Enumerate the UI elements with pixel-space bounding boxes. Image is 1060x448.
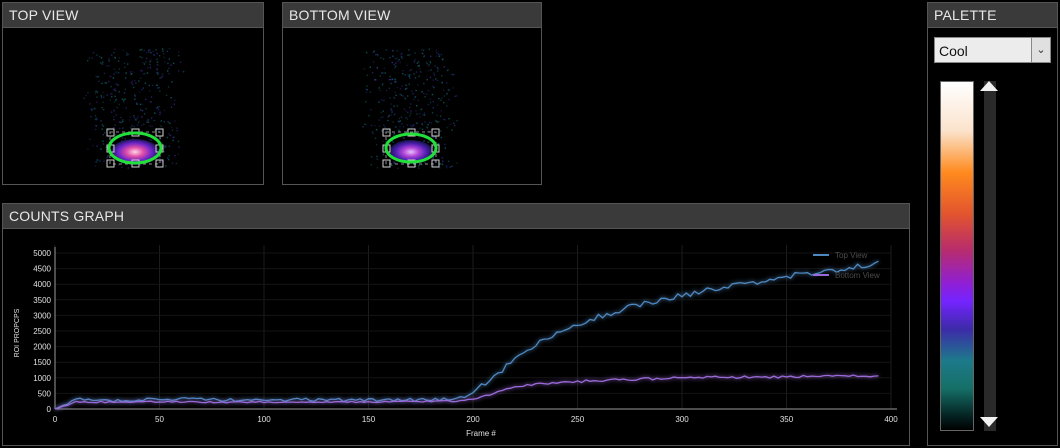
- y-tick-label: 4500: [33, 265, 51, 274]
- chevron-down-icon[interactable]: ⌄: [1031, 38, 1050, 62]
- x-tick-label: 50: [155, 415, 164, 424]
- legend-label: Bottom View: [835, 271, 880, 280]
- chart-series: [54, 260, 879, 410]
- bottom-view-panel: BOTTOM VIEW: [282, 2, 542, 185]
- x-tick-label: 400: [884, 415, 898, 424]
- y-tick-label: 2000: [33, 343, 51, 352]
- bottom-view-image[interactable]: [283, 28, 541, 184]
- palette-panel: PALETTE Cool ⌄: [927, 2, 1058, 446]
- y-tick-label: 1500: [33, 358, 51, 367]
- palette-select[interactable]: Cool ⌄: [934, 37, 1051, 63]
- x-tick-label: 200: [466, 415, 480, 424]
- y-tick-label: 4000: [33, 280, 51, 289]
- y-tick-label: 3500: [33, 296, 51, 305]
- x-tick-label: 0: [53, 415, 58, 424]
- top-view-title: TOP VIEW: [3, 3, 263, 28]
- series-line-bottom-view: [54, 374, 879, 410]
- top-view-image[interactable]: [3, 28, 263, 184]
- y-tick-label: 500: [38, 389, 52, 398]
- x-tick-label: 150: [362, 415, 376, 424]
- chart-grid: [54, 245, 892, 410]
- counts-graph-title: COUNTS GRAPH: [3, 204, 909, 229]
- x-tick-label: 250: [571, 415, 585, 424]
- palette-color-bar: [940, 81, 974, 431]
- x-tick-label: 350: [780, 415, 794, 424]
- x-axis-label: Frame #: [466, 429, 496, 438]
- y-tick-label: 5000: [33, 249, 51, 258]
- top-view-panel: TOP VIEW: [2, 2, 264, 185]
- bottom-view-scan: [362, 48, 458, 169]
- y-tick-label: 2500: [33, 327, 51, 336]
- palette-range-track[interactable]: [984, 81, 996, 431]
- y-tick-label: 3000: [33, 311, 51, 320]
- legend-label: Top View: [835, 251, 868, 260]
- top-view-scan: [83, 48, 185, 169]
- palette-title: PALETTE: [928, 3, 1057, 28]
- counts-chart[interactable]: 0 50 100 150 200 250 300 350 4000500100015002000…: [3, 229, 909, 445]
- chart-tick-labels: 0 50 100 150 200 250 300 350 4000500100015002000…: [33, 249, 898, 424]
- x-tick-label: 300: [675, 415, 689, 424]
- counts-graph-panel: COUNTS GRAPH 0 50 100 150 200 250 300 350 400 0 50…: [2, 203, 910, 446]
- chart-axes: [54, 247, 897, 410]
- palette-min-handle-icon[interactable]: [980, 417, 998, 427]
- bottom-view-title: BOTTOM VIEW: [283, 3, 541, 28]
- palette-max-handle-icon[interactable]: [980, 81, 998, 91]
- x-tick-label: 100: [257, 415, 271, 424]
- y-axis-label: ROI PROPCPS: [14, 308, 21, 357]
- y-tick-label: 1000: [33, 374, 51, 383]
- y-tick-label: 0: [47, 405, 52, 414]
- series-line-top-view: [54, 260, 879, 410]
- palette-select-value: Cool: [939, 43, 968, 59]
